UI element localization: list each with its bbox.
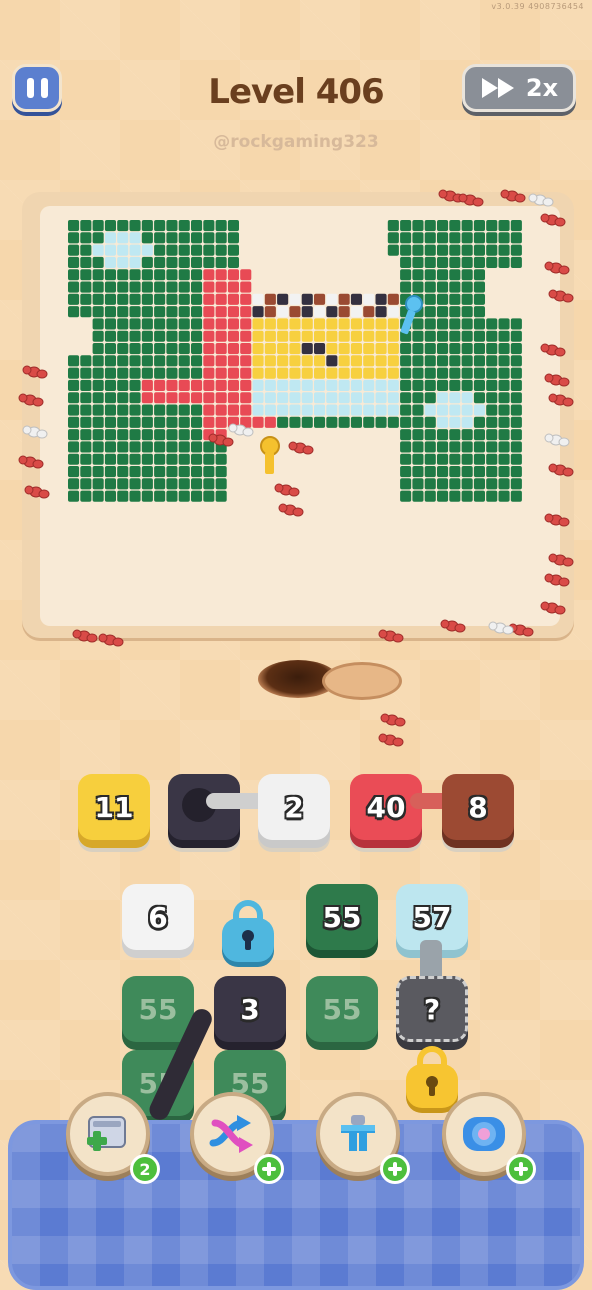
add-booster-badge[interactable] [254, 1154, 284, 1184]
hole-lid [322, 662, 402, 700]
booster-count-badge: 2 [130, 1154, 160, 1184]
grid-block-green-hidden: 55 [122, 976, 194, 1042]
ant [548, 553, 574, 567]
ant [544, 573, 570, 587]
grid-block-count: ? [423, 992, 441, 1026]
ant [458, 193, 484, 207]
ant [544, 433, 570, 447]
ant [208, 433, 234, 447]
grid-block-count: 55 [138, 992, 178, 1026]
magnet-claw-icon [341, 1115, 375, 1151]
ant [278, 503, 304, 517]
add-slot-booster[interactable]: 2 [66, 1092, 160, 1184]
ant [540, 343, 566, 357]
shuffle-booster[interactable] [190, 1092, 284, 1184]
ant [378, 733, 404, 747]
grid-block-count: 55 [322, 992, 362, 1026]
ant [24, 485, 50, 499]
ant [228, 423, 254, 437]
donut-ring-icon [463, 1117, 505, 1151]
ring-booster[interactable] [442, 1092, 536, 1184]
queue-block-yellow[interactable]: 11 [78, 774, 150, 840]
ant [22, 365, 48, 379]
ant-trail [18, 189, 574, 747]
ant [500, 189, 526, 203]
ant [540, 601, 566, 615]
ant [380, 713, 406, 727]
grid-block-dark[interactable]: 3 [214, 976, 286, 1042]
booster-count: 2 [139, 1159, 151, 1179]
grid-block-count: 57 [412, 900, 452, 934]
queue-block-count: 2 [284, 790, 304, 824]
ant [288, 441, 314, 455]
queue-block-red[interactable]: 40 [350, 774, 422, 840]
queue-block-count: 11 [94, 790, 134, 824]
ant [548, 393, 574, 407]
queue-block-count: 40 [366, 790, 406, 824]
ant [540, 213, 566, 227]
lock-icon [222, 900, 274, 962]
queue-block-brown[interactable]: 8 [442, 774, 514, 840]
ant [274, 483, 300, 497]
add-booster-badge[interactable] [506, 1154, 536, 1184]
ant [22, 425, 48, 439]
ant [544, 513, 570, 527]
grid-block-green-hidden: 55 [306, 976, 378, 1042]
queue-block-count: 8 [468, 790, 488, 824]
ant [98, 633, 124, 647]
ant [548, 289, 574, 303]
grid-block-count: 6 [148, 900, 168, 934]
add-booster-badge[interactable] [380, 1154, 410, 1184]
magnet-booster[interactable] [316, 1092, 410, 1184]
ant [544, 373, 570, 387]
ant [72, 629, 98, 643]
mystery-block[interactable]: ? [396, 976, 468, 1042]
queue-block-white[interactable]: 2 [258, 774, 330, 840]
shuffle-arrows-icon [209, 1115, 253, 1153]
ant [18, 455, 44, 469]
ant [378, 629, 404, 643]
lock-icon [406, 1046, 458, 1108]
ant [528, 193, 554, 207]
ant [544, 261, 570, 275]
ant [548, 463, 574, 477]
grid-block-count: 55 [322, 900, 362, 934]
grid-block-white[interactable]: 6 [122, 884, 194, 950]
grid-block-green[interactable]: 55 [306, 884, 378, 950]
add-slot-icon [87, 1116, 126, 1151]
grid-block-count: 3 [240, 992, 260, 1026]
ant [440, 619, 466, 633]
ant [18, 393, 44, 407]
ant [488, 621, 514, 635]
